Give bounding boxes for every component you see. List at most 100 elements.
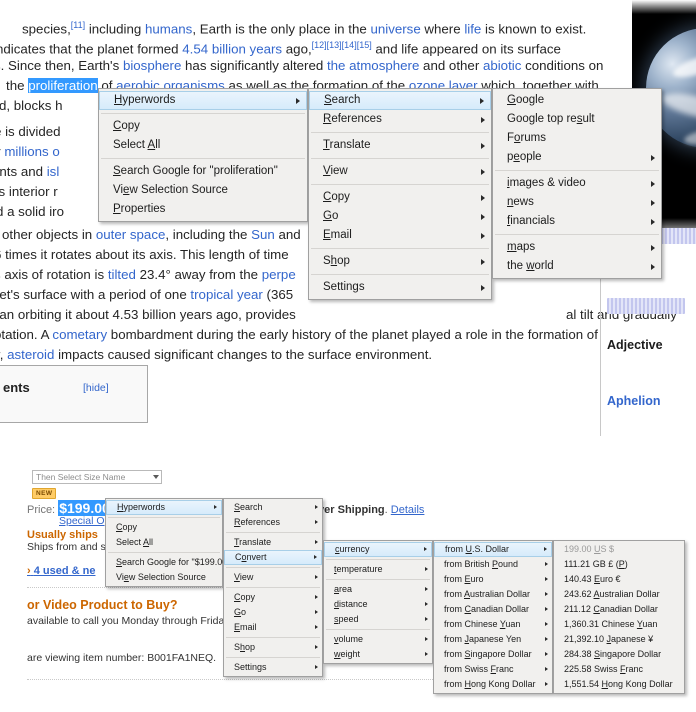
menu-item-speed[interactable]: speed (324, 612, 432, 627)
context-menu-convert-types[interactable]: currency temperature area distance speed volu… (323, 540, 433, 664)
menu-item-label: Hyperwords (117, 502, 166, 512)
menu-item-from-chinese-yuan[interactable]: from Chinese Yuan (434, 617, 552, 632)
menu-separator (495, 234, 659, 235)
menu-item-from-canadian-dollar[interactable]: from Canadian Dollar (434, 602, 552, 617)
context-menu-search-engines-top[interactable]: Google Google top result Forums people image… (492, 88, 662, 279)
menu-item-shop[interactable]: Shop (309, 252, 491, 271)
menu-item-111-21-gb-p[interactable]: 111.21 GB £ (P) (554, 557, 684, 572)
menu-item-view-selection-source[interactable]: View Selection Source (99, 181, 307, 200)
used-and-new-link[interactable]: › 4 used & ne (27, 565, 95, 577)
menu-item-copy[interactable]: Copy (99, 117, 307, 136)
menu-item-images-video[interactable]: images & video (493, 174, 661, 193)
menu-item-225-58-swiss-franc[interactable]: 225.58 Swiss Franc (554, 662, 684, 677)
menu-item-label: Search Google for "proliferation" (113, 165, 278, 177)
menu-item-references[interactable]: References (309, 110, 491, 129)
toc-hide-link[interactable]: [hide] (83, 382, 109, 394)
menu-item-hyperwords[interactable]: Hyperwords (99, 91, 307, 110)
menu-item-label: Search Google for "$199.00" (116, 557, 231, 567)
menu-item-search[interactable]: Search (224, 500, 322, 515)
menu-item-select-all[interactable]: Select All (99, 136, 307, 155)
menu-item-label: volume (334, 634, 364, 644)
menu-item-label: 21,392.10 Japanese ¥ (564, 634, 654, 644)
submenu-arrow-icon (481, 213, 485, 220)
menu-item-news[interactable]: news (493, 193, 661, 212)
menu-item-the-world[interactable]: the world (493, 257, 661, 276)
menu-item-21-392-10-japanese[interactable]: 21,392.10 Japanese ¥ (554, 632, 684, 647)
menu-item-email[interactable]: Email (309, 226, 491, 245)
menu-item-email[interactable]: Email (224, 620, 322, 635)
menu-item-settings[interactable]: Settings (309, 278, 491, 297)
menu-item-hyperwords[interactable]: Hyperwords (106, 500, 222, 515)
menu-item-1-360-31-chinese-yuan[interactable]: 1,360.31 Chinese Yuan (554, 617, 684, 632)
menu-item-from-japanese-yen[interactable]: from Japanese Yen (434, 632, 552, 647)
menu-item-google-top-result[interactable]: Google top result (493, 110, 661, 129)
menu-item-copy[interactable]: Copy (106, 520, 222, 535)
menu-item-go[interactable]: Go (309, 207, 491, 226)
menu-item-copy[interactable]: Copy (309, 188, 491, 207)
menu-item-from-u-s-dollar[interactable]: from U.S. Dollar (434, 542, 552, 557)
menu-separator (326, 559, 430, 560)
menu-item-from-euro[interactable]: from Euro (434, 572, 552, 587)
photo-fade-top (632, 0, 696, 14)
menu-item-284-38-singapore-dollar[interactable]: 284.38 Singapore Dollar (554, 647, 684, 662)
menu-item-properties[interactable]: Properties (99, 200, 307, 219)
menu-item-1-551-54-hong-kong-dollar[interactable]: 1,551.54 Hong Kong Dollar (554, 677, 684, 692)
menu-item-243-62-australian-dollar[interactable]: 243.62 Australian Dollar (554, 587, 684, 602)
menu-item-settings[interactable]: Settings (224, 660, 322, 675)
menu-item-label: Select All (116, 537, 154, 547)
size-name-select[interactable]: Then Select Size Name (32, 470, 162, 484)
menu-item-211-12-canadian-dollar[interactable]: 211.12 Canadian Dollar (554, 602, 684, 617)
menu-item-convert[interactable]: Convert (224, 550, 322, 565)
submenu-arrow-icon (424, 547, 427, 551)
menu-item-weight[interactable]: weight (324, 647, 432, 662)
context-menu-hyperwords-actions-top[interactable]: Search References Translate View Copy Go Email… (308, 88, 492, 300)
menu-item-search-google-for-199-00[interactable]: Search Google for "$199.00" (106, 555, 230, 570)
context-menu-hyperwords-top[interactable]: Hyperwords Copy Select All Search Google fo… (98, 88, 308, 222)
menu-item-label: 284.38 Singapore Dollar (564, 649, 662, 659)
submenu-arrow-icon (481, 284, 485, 291)
menu-item-temperature[interactable]: temperature (324, 562, 432, 577)
menu-separator (311, 184, 489, 185)
menu-item-from-hong-kong-dollar[interactable]: from Hong Kong Dollar (434, 677, 552, 692)
menu-item-view[interactable]: View (309, 162, 491, 181)
menu-item-forums[interactable]: Forums (493, 129, 661, 148)
menu-item-shop[interactable]: Shop (224, 640, 322, 655)
menu-item-label: Translate (234, 537, 272, 547)
menu-item-distance[interactable]: distance (324, 597, 432, 612)
submenu-arrow-icon (481, 258, 485, 265)
menu-item-from-singapore-dollar[interactable]: from Singapore Dollar (434, 647, 552, 662)
menu-item-label: from Euro (444, 574, 484, 584)
menu-item-from-british-pound[interactable]: from British Pound (434, 557, 552, 572)
context-menu-hyperwords-actions-bottom[interactable]: Search References Translate Convert View Copy… (223, 498, 323, 677)
submenu-arrow-icon (545, 682, 548, 686)
menu-item-translate[interactable]: Translate (224, 535, 322, 550)
menu-item-label: Settings (234, 662, 267, 672)
menu-item-currency[interactable]: currency (324, 542, 432, 557)
menu-item-financials[interactable]: financials (493, 212, 661, 231)
menu-item-copy[interactable]: Copy (224, 590, 322, 605)
menu-item-references[interactable]: References (224, 515, 322, 530)
menu-item-140-43-euro[interactable]: 140.43 Euro € (554, 572, 684, 587)
context-menu-convert-from-currency[interactable]: from U.S. Dollar from British Pound from E… (433, 540, 553, 694)
menu-item-view[interactable]: View (224, 570, 322, 585)
menu-item-from-swiss-franc[interactable]: from Swiss Franc (434, 662, 552, 677)
menu-item-from-australian-dollar[interactable]: from Australian Dollar (434, 587, 552, 602)
menu-item-volume[interactable]: volume (324, 632, 432, 647)
menu-item-translate[interactable]: Translate (309, 136, 491, 155)
menu-item-maps[interactable]: maps (493, 238, 661, 257)
menu-item-view-selection-source[interactable]: View Selection Source (106, 570, 222, 585)
new-badge: NEW (32, 488, 57, 499)
menu-item-search-google-for-proliferation[interactable]: Search Google for "proliferation" (99, 162, 307, 181)
menu-item-area[interactable]: area (324, 582, 432, 597)
special-offers-link[interactable]: Special O (59, 515, 105, 527)
details-link[interactable]: Details (391, 504, 425, 516)
menu-item-label: Hyperwords (114, 94, 176, 106)
context-menu-hyperwords-bottom[interactable]: Hyperwords Copy Select All Search Google fo… (105, 498, 230, 587)
menu-item-go[interactable]: Go (224, 605, 322, 620)
menu-item-people[interactable]: people (493, 148, 661, 167)
infobox-aphelion-link[interactable]: Aphelion (607, 394, 660, 408)
menu-item-google[interactable]: Google (493, 91, 661, 110)
context-menu-converted-values[interactable]: 199.00 US $ 111.21 GB £ (P) 140.43 Euro € 2… (553, 540, 685, 694)
menu-item-select-all[interactable]: Select All (106, 535, 222, 550)
menu-item-search[interactable]: Search (309, 91, 491, 110)
